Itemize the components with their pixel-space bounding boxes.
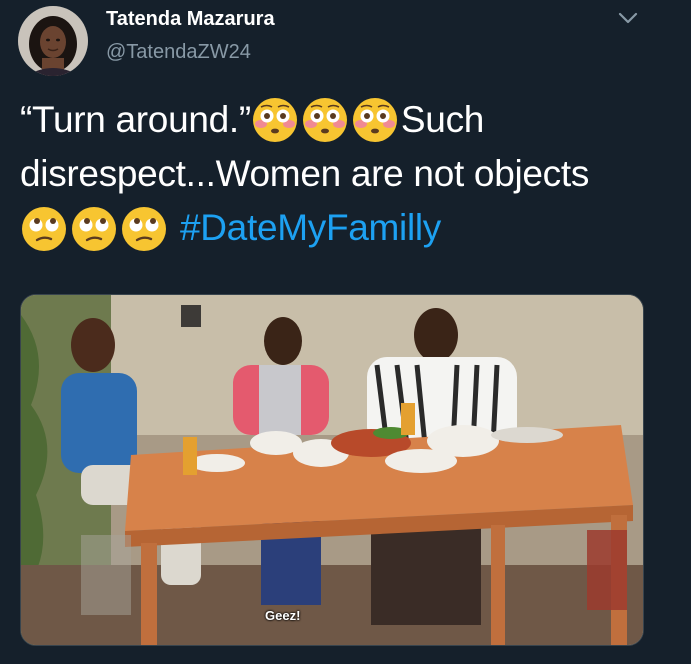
hashtag-link[interactable]: #DateMyFamilly [180, 208, 441, 249]
tweet-text-quote: “Turn around.” [20, 99, 251, 141]
video-caption: Geez! [265, 608, 301, 623]
eye-roll-emoji-icon [70, 205, 118, 253]
eye-roll-emoji-icon [120, 205, 168, 253]
user-handle[interactable]: @TatendaZW24 [106, 41, 251, 64]
display-name[interactable]: Tatenda Mazarura [106, 8, 275, 31]
flushed-face-emoji-icon [301, 96, 349, 144]
tweet-media-image[interactable]: Geez! [20, 294, 644, 646]
flushed-face-emoji-icon [351, 96, 399, 144]
video-still-image [21, 295, 643, 645]
avatar[interactable] [18, 6, 88, 76]
tweet-card: Tatenda Mazarura @TatendaZW24 “Turn arou… [0, 0, 691, 664]
tweet-text: “Turn around.” Such disrespect...Women ar… [20, 92, 660, 255]
flushed-face-emoji-icon [251, 96, 299, 144]
eye-roll-emoji-icon [20, 205, 68, 253]
avatar-image [18, 6, 88, 76]
chevron-down-icon[interactable] [614, 6, 642, 30]
